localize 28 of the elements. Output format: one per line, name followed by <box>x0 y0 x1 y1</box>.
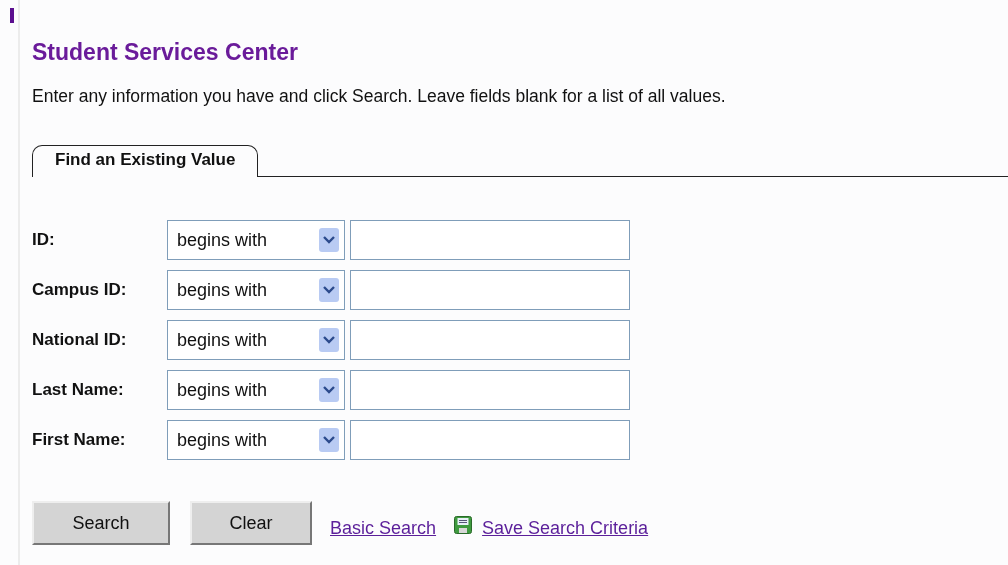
operator-dropdown[interactable]: begins with <box>167 420 345 460</box>
link[interactable]: Save Search Criteria <box>482 517 649 539</box>
caret-icon <box>319 428 339 452</box>
input-field[interactable] <box>350 370 630 410</box>
link[interactable]: Basic Search <box>330 517 437 539</box>
operator-dropdown[interactable]: begins with <box>167 370 345 410</box>
field-label: National ID: <box>32 330 128 350</box>
input-field[interactable] <box>350 420 630 460</box>
caret-icon <box>319 378 339 402</box>
operator-dropdown[interactable]: begins with <box>167 220 345 260</box>
caret-icon <box>319 228 339 252</box>
operator-dropdown[interactable]: begins with <box>167 320 345 360</box>
page-title: Student Services Center <box>32 38 299 66</box>
operator-dropdown[interactable]: begins with <box>167 270 345 310</box>
action-button[interactable]: Clear <box>190 501 312 545</box>
input-field[interactable] <box>350 320 630 360</box>
field-label: Campus ID: <box>32 280 128 300</box>
caret-icon <box>319 328 339 352</box>
tab[interactable]: Find an Existing Value <box>32 145 259 177</box>
instructions-text: Enter any information you have and click Search. Leave fields blank for a list of all values. <box>32 86 727 107</box>
field-label: First Name: <box>32 430 127 450</box>
caret-icon <box>319 278 339 302</box>
input-field[interactable] <box>350 220 630 260</box>
field-label: ID: <box>32 230 56 250</box>
page-marker <box>10 8 14 23</box>
field-label: Last Name: <box>32 380 125 400</box>
input-field[interactable] <box>350 270 630 310</box>
action-button[interactable]: Search <box>32 501 170 545</box>
